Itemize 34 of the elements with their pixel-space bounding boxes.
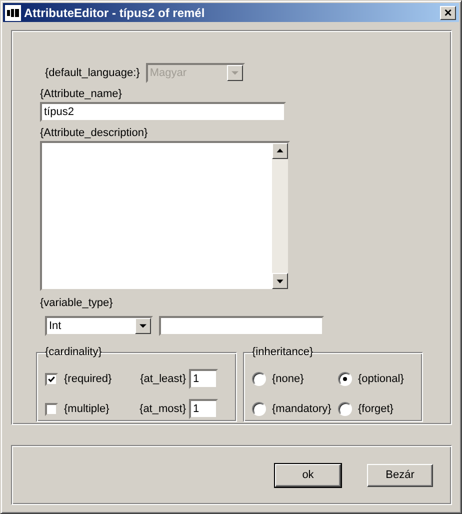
- field-label: {at_least}: [139, 373, 186, 385]
- field-label: {Attribute_name}: [40, 88, 122, 100]
- description-text-area[interactable]: [40, 141, 290, 291]
- radio-label: {optional}: [358, 373, 404, 385]
- field-label: {default_language:}: [45, 67, 140, 79]
- field-label: {variable_type}: [40, 297, 113, 309]
- scroll-down-icon[interactable]: [272, 273, 288, 289]
- dialog-button[interactable]: Bezár: [367, 464, 433, 486]
- app-icon: [5, 4, 21, 20]
- close-button[interactable]: ×: [440, 6, 456, 20]
- checkbox[interactable]: [45, 372, 58, 386]
- check-icon: [47, 374, 56, 384]
- checkbox-label: {required}: [64, 373, 113, 385]
- number-input-field[interactable]: 1: [189, 369, 218, 389]
- dialog-button[interactable]: ok: [275, 464, 341, 486]
- radio-label: {mandatory}: [272, 403, 332, 415]
- group-title: {cardinality}: [45, 346, 102, 358]
- window-title: AttributeEditor - típus2 of remél: [24, 6, 206, 20]
- radio-label: {none}: [272, 373, 304, 385]
- field-label: {Attribute_description}: [40, 127, 148, 139]
- checkbox[interactable]: [45, 402, 58, 416]
- checkbox-label: {multiple}: [64, 403, 110, 415]
- type-dropdown[interactable]: Int: [45, 316, 153, 336]
- radio-button[interactable]: [252, 372, 266, 386]
- scroll-up-icon[interactable]: [272, 143, 288, 159]
- number-input-field[interactable]: 1: [189, 399, 218, 419]
- text-field[interactable]: [159, 316, 324, 336]
- radio-label: {forget}: [358, 403, 394, 415]
- group-title: {inheritance}: [252, 346, 314, 358]
- radio-button[interactable]: [338, 372, 352, 386]
- radio-button[interactable]: [338, 402, 352, 416]
- radio-button[interactable]: [252, 402, 266, 416]
- name-input-field[interactable]: típus2: [40, 102, 286, 122]
- field-label: {at_most}: [138, 403, 186, 415]
